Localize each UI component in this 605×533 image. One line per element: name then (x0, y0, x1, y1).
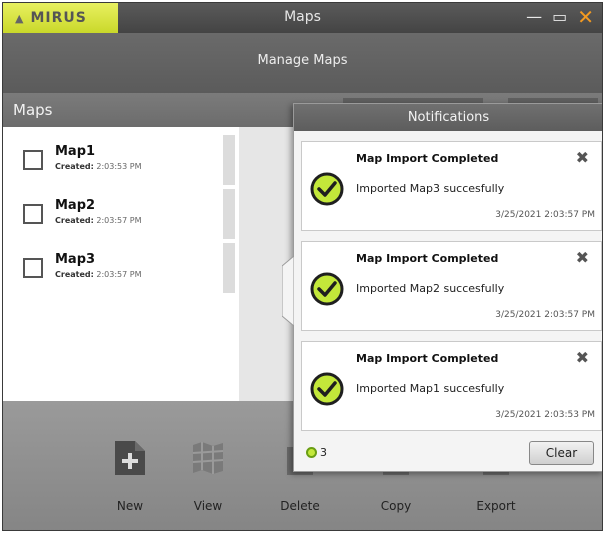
notification-count: 3 (306, 446, 327, 459)
popup-pointer (282, 256, 294, 326)
status-dot-icon (306, 447, 317, 458)
title-bar: ▲ MIRUS Maps — ▭ ✕ (3, 3, 602, 33)
minimize-icon[interactable]: — (526, 7, 542, 27)
row-handle (223, 243, 235, 293)
page-header: Manage Maps (3, 33, 602, 93)
notification-timestamp: 3/25/2021 2:03:57 PM (495, 210, 595, 220)
map-created-label: Created: (55, 216, 94, 225)
dismiss-icon[interactable]: ✖ (576, 148, 589, 167)
view-button[interactable]: View (173, 401, 243, 530)
export-label: Export (476, 499, 516, 513)
row-handle (223, 135, 235, 185)
notification-title: Map Import Completed (356, 352, 499, 365)
dismiss-icon[interactable]: ✖ (576, 348, 589, 367)
check-circle-icon (310, 272, 344, 306)
check-circle-icon (310, 372, 344, 406)
maps-list: Map1 Created: 2:03:53 PM Map2 Created: 2… (3, 127, 239, 401)
new-button[interactable]: New (95, 401, 165, 530)
notifications-footer: 3 Clear (294, 437, 602, 471)
map-created-time: 2:03:53 PM (96, 162, 142, 171)
map-created: Created: 2:03:57 PM (55, 216, 141, 225)
notification-timestamp: 3/25/2021 2:03:53 PM (495, 410, 595, 420)
map-created-time: 2:03:57 PM (96, 216, 142, 225)
map-icon (192, 442, 224, 474)
window-title: Maps (284, 9, 321, 25)
row-handle (223, 189, 235, 239)
map-list-item[interactable]: Map1 Created: 2:03:53 PM (3, 135, 239, 187)
check-circle-icon (310, 172, 344, 206)
map-checkbox[interactable] (23, 258, 43, 278)
map-checkbox[interactable] (23, 150, 43, 170)
maps-bar-title: Maps (13, 101, 53, 119)
map-created-label: Created: (55, 162, 94, 171)
maximize-icon[interactable]: ▭ (552, 7, 567, 27)
map-list-item[interactable]: Map3 Created: 2:03:57 PM (3, 243, 239, 295)
notification-message: Imported Map1 succesfully (356, 382, 505, 395)
delete-label: Delete (280, 499, 320, 513)
page-title: Manage Maps (257, 53, 348, 68)
notifications-panel: Notifications Map Import Completed Impor… (282, 103, 602, 472)
map-created-label: Created: (55, 270, 94, 279)
copy-label: Copy (380, 499, 412, 513)
notification-message: Imported Map3 succesfully (356, 182, 505, 195)
map-created: Created: 2:03:57 PM (55, 270, 141, 279)
app-window: ▲ MIRUS Maps — ▭ ✕ Manage Maps Maps Map1… (2, 2, 603, 531)
notification-count-value: 3 (320, 446, 327, 459)
view-label: View (193, 499, 223, 513)
new-file-icon (115, 441, 145, 475)
notification-title: Map Import Completed (356, 152, 499, 165)
notification-card: Map Import Completed Imported Map3 succe… (301, 141, 602, 231)
dismiss-icon[interactable]: ✖ (576, 248, 589, 267)
clear-button[interactable]: Clear (529, 441, 594, 465)
notification-card: Map Import Completed Imported Map2 succe… (301, 241, 602, 331)
notification-message: Imported Map2 succesfully (356, 282, 505, 295)
window-controls: — ▭ ✕ (526, 7, 594, 27)
map-name: Map2 (55, 198, 96, 213)
map-created: Created: 2:03:53 PM (55, 162, 141, 171)
map-list-item[interactable]: Map2 Created: 2:03:57 PM (3, 189, 239, 241)
notification-timestamp: 3/25/2021 2:03:57 PM (495, 310, 595, 320)
map-checkbox[interactable] (23, 204, 43, 224)
notification-card: Map Import Completed Imported Map1 succe… (301, 341, 602, 431)
close-icon[interactable]: ✕ (577, 7, 594, 27)
map-name: Map1 (55, 144, 96, 159)
notification-title: Map Import Completed (356, 252, 499, 265)
new-label: New (116, 499, 144, 513)
map-name: Map3 (55, 252, 96, 267)
map-created-time: 2:03:57 PM (96, 270, 142, 279)
notifications-title: Notifications (294, 104, 602, 131)
